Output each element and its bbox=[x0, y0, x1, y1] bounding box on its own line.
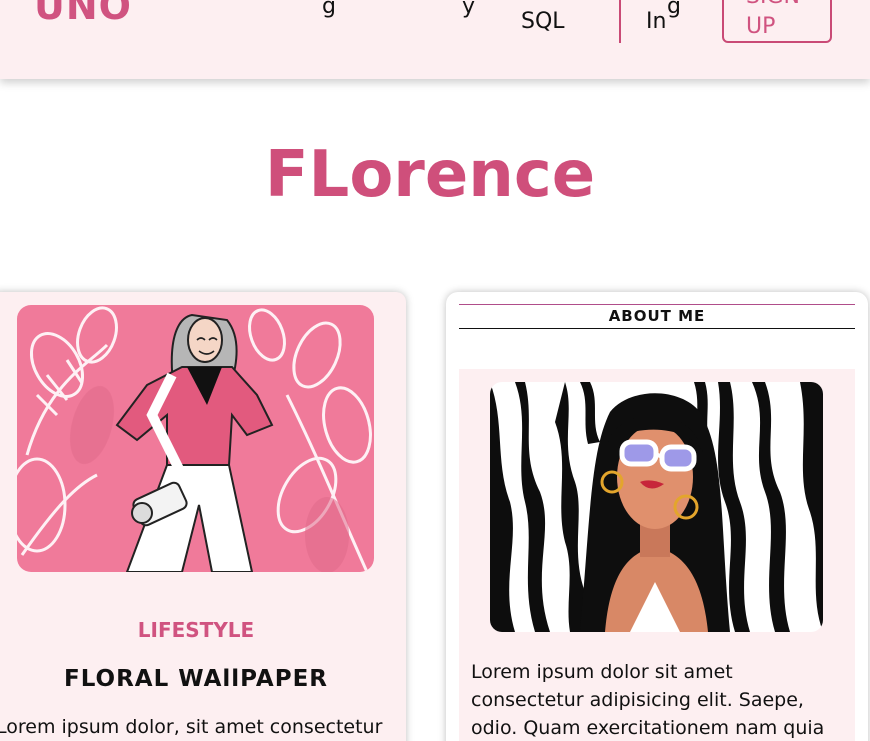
nav-link-login[interactable]: In bbox=[646, 9, 666, 34]
nav-link-clipped[interactable]: g bbox=[322, 0, 338, 19]
about-heading: ABOUT ME bbox=[459, 304, 855, 329]
post-category[interactable]: LIFESTYLE bbox=[0, 618, 392, 642]
post-excerpt: Lorem ipsum dolor, sit amet consectetur bbox=[0, 716, 383, 738]
signup-label-line2: UP bbox=[746, 14, 776, 39]
site-logo[interactable]: UNO bbox=[34, 0, 132, 28]
nav-link-sql[interactable]: SQL bbox=[521, 9, 565, 34]
nav-link-clipped[interactable]: g bbox=[667, 0, 683, 19]
signup-button[interactable]: SIGN UP bbox=[722, 0, 832, 43]
about-text: Lorem ipsum dolor sit amet consectetur a… bbox=[471, 661, 825, 739]
signup-label-line1: SIGN bbox=[746, 0, 830, 12]
post-title[interactable]: FLORAL WAllPAPER bbox=[0, 666, 392, 692]
post-illustration[interactable] bbox=[17, 305, 374, 572]
page-title: FLorence bbox=[264, 138, 596, 212]
nav-link-clipped[interactable]: y bbox=[462, 0, 477, 19]
nav-divider bbox=[619, 0, 621, 43]
about-portrait-image bbox=[490, 382, 823, 632]
top-navbar: UNO g y SQL g In SIGN UP bbox=[0, 0, 870, 79]
